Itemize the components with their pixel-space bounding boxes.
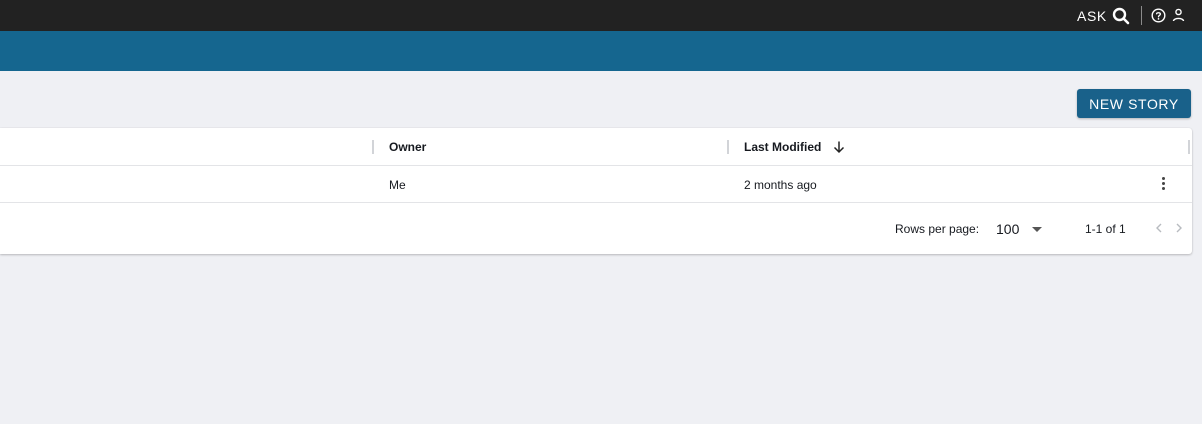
rows-per-page-value: 100 [996,221,1020,237]
more-vert-icon[interactable] [1156,175,1170,193]
ask-label[interactable]: ASK [1077,8,1107,24]
table-row[interactable]: Me 2 months ago [0,166,1192,203]
arrow-down-icon[interactable] [832,140,846,154]
stories-table: Owner Last Modified Me 2 months ago Rows… [0,128,1192,254]
chevron-right-icon[interactable] [1174,221,1184,235]
page-banner [0,31,1202,71]
column-resize-handle[interactable] [372,140,374,154]
last-modified-cell: 2 months ago [744,178,817,192]
caret-down-icon [1032,227,1042,232]
owner-cell: Me [389,178,406,192]
column-resize-handle[interactable] [1188,140,1190,154]
user-icon[interactable] [1172,8,1185,22]
chevron-left-icon[interactable] [1154,221,1164,235]
rows-per-page-select[interactable]: 100 [996,219,1048,239]
table-pagination: Rows per page: 100 1-1 of 1 [0,203,1192,254]
column-resize-handle[interactable] [727,140,729,154]
search-icon[interactable] [1112,7,1130,25]
rows-per-page-label: Rows per page: [895,222,980,236]
topbar-divider [1141,6,1142,25]
help-icon[interactable] [1151,8,1166,23]
top-navigation-bar: ASK [0,0,1202,31]
new-story-button[interactable]: NEW STORY [1077,89,1191,118]
table-header: Owner Last Modified [0,128,1192,166]
pagination-range: 1-1 of 1 [1085,222,1126,236]
column-header-owner[interactable]: Owner [389,140,426,154]
column-header-last-modified[interactable]: Last Modified [744,140,821,154]
